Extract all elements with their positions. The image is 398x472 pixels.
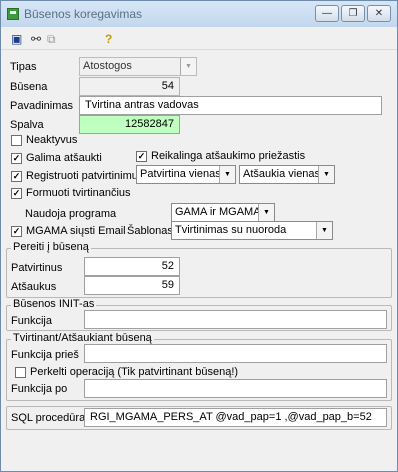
busena-label: Būsena — [10, 81, 48, 93]
copy-icon[interactable]: ⧉ — [47, 32, 56, 46]
chevron-down-icon: ▼ — [219, 166, 235, 183]
chevron-down-icon: ▼ — [316, 222, 332, 239]
patvirtinus-label: Patvirtinus — [11, 262, 63, 274]
perkelti-checkbox[interactable] — [15, 367, 26, 378]
help-icon[interactable]: ? — [105, 32, 112, 46]
init-funkcija-label: Funkcija — [11, 315, 52, 327]
registruoti-label: Registruoti patvirtinimus — [26, 170, 144, 182]
mgama-email-label: MGAMA siųsti Email — [26, 225, 126, 237]
close-button[interactable]: ✕ — [367, 5, 391, 22]
toolbar: ▣ ⚯ ⧉ ? — [1, 28, 397, 50]
tvirtinant-group-title: Tvirtinant/Atšaukiant būseną — [11, 332, 154, 344]
sql-field[interactable]: RGI_MGAMA_PERS_AT @vad_pap=1 ,@vad_pap_b… — [84, 408, 387, 427]
programa-value: GAMA ir MGAMA — [175, 206, 261, 218]
save-icon[interactable]: ▣ — [11, 32, 22, 46]
formuoti-checkbox[interactable]: ✓ — [11, 188, 22, 199]
minimize-button[interactable]: — — [315, 5, 339, 22]
tipas-value: Atostogos — [83, 60, 132, 72]
title-bar[interactable]: Būsenos koregavimas — ❐ ✕ — [1, 1, 397, 27]
sablonas-value: Tvirtinimas su nuoroda — [175, 224, 287, 236]
galima-atsaukti-checkbox[interactable]: ✓ — [11, 153, 22, 164]
registruoti-checkbox[interactable]: ✓ — [11, 171, 22, 182]
tree-icon[interactable]: ⚯ — [31, 32, 41, 46]
spalva-field[interactable]: 12582847 — [79, 115, 180, 134]
patvirtinus-field[interactable]: 52 — [84, 257, 180, 276]
perkelti-label: Perkelti operaciją (Tik patvirtinant būs… — [30, 366, 239, 378]
atsaukia-select[interactable]: Atšaukia vienas ▼ — [239, 165, 335, 184]
mgama-email-checkbox[interactable]: ✓ — [11, 226, 22, 237]
sablonas-select[interactable]: Tvirtinimas su nuoroda ▼ — [171, 221, 333, 240]
funkcija-pries-label: Funkcija prieš — [11, 349, 79, 361]
busenos-window: Būsenos koregavimas — ❐ ✕ ▣ ⚯ ⧉ ? Tipas … — [0, 0, 398, 472]
funkcija-po-field[interactable] — [84, 379, 387, 398]
neaktyvus-checkbox[interactable] — [11, 135, 22, 146]
patvirtina-value: Patvirtina vienas — [140, 168, 221, 180]
restore-button[interactable]: ❐ — [341, 5, 365, 22]
formuoti-label: Formuoti tvirtinančius — [26, 187, 131, 199]
atsaukus-field[interactable]: 59 — [84, 276, 180, 295]
busena-field[interactable]: 54 — [79, 77, 180, 96]
pereiti-group-title: Pereiti į būseną — [11, 241, 91, 253]
app-icon — [7, 8, 19, 20]
patvirtina-select[interactable]: Patvirtina vienas ▼ — [136, 165, 236, 184]
reikalinga-priezastis-label: Reikalinga atšaukimo priežastis — [151, 150, 306, 162]
tipas-select[interactable]: Atostogos ▼ — [79, 57, 197, 76]
sql-label: SQL procedūra — [11, 412, 86, 424]
chevron-down-icon: ▼ — [318, 166, 334, 183]
init-group-title: Būsenos INIT-as — [11, 298, 97, 310]
init-funkcija-field[interactable] — [84, 310, 387, 329]
spalva-label: Spalva — [10, 119, 44, 131]
funkcija-pries-field[interactable] — [84, 344, 387, 363]
programa-label: Naudoja programa — [25, 208, 117, 220]
sablonas-label: Šablonas — [127, 225, 173, 237]
reikalinga-priezastis-checkbox[interactable]: ✓ — [136, 151, 147, 162]
programa-select[interactable]: GAMA ir MGAMA ▼ — [171, 203, 275, 222]
atsaukus-label: Atšaukus — [11, 281, 57, 293]
tipas-label: Tipas — [10, 61, 37, 73]
pereiti-group — [6, 248, 392, 298]
atsaukia-value: Atšaukia vienas — [243, 168, 321, 180]
pavadinimas-label: Pavadinimas — [10, 100, 73, 112]
chevron-down-icon: ▼ — [258, 204, 274, 221]
chevron-down-icon: ▼ — [180, 58, 196, 75]
window-title: Būsenos koregavimas — [24, 7, 143, 21]
funkcija-po-label: Funkcija po — [11, 383, 68, 395]
galima-atsaukti-label: Galima atšaukti — [26, 152, 102, 164]
neaktyvus-label: Neaktyvus — [26, 134, 78, 146]
pavadinimas-field[interactable]: Tvirtina antras vadovas — [79, 96, 382, 115]
